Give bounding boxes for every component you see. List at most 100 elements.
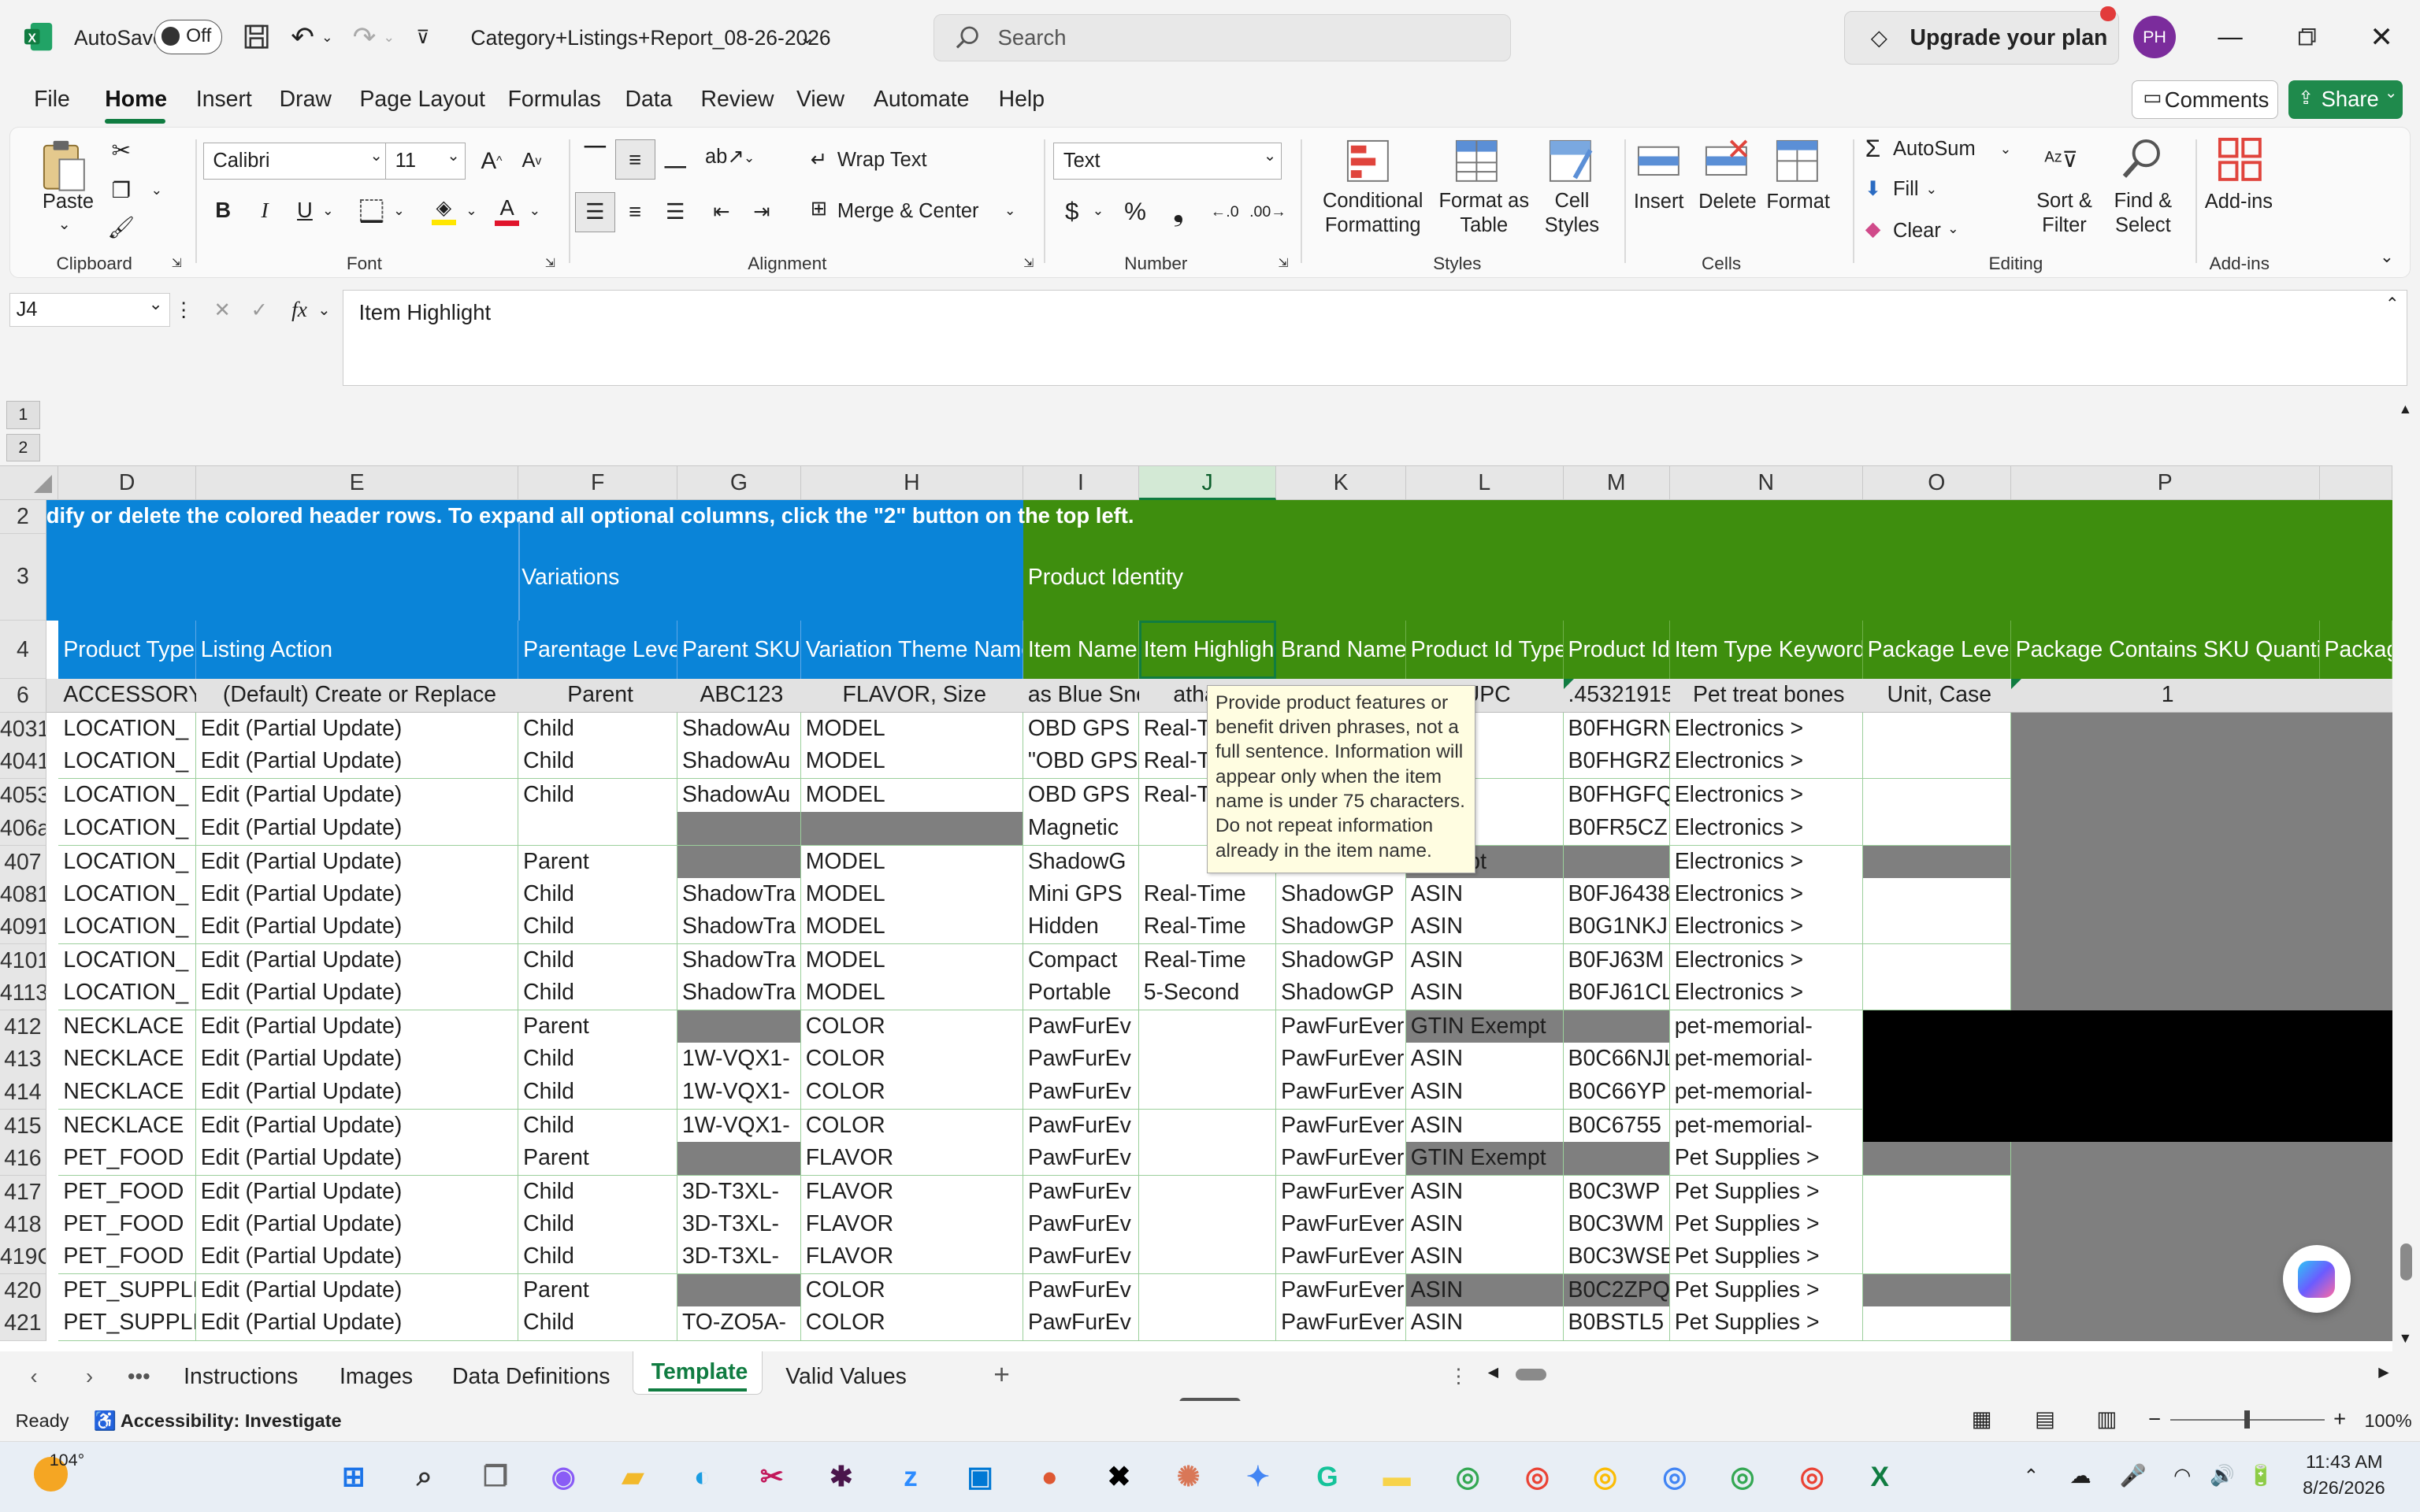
table-cell[interactable]: 3D-T3XL- (677, 1240, 801, 1275)
prev-sheet-icon[interactable]: ‹ (21, 1364, 46, 1388)
table-cell[interactable]: GTIN Exempt (1405, 1141, 1564, 1176)
table-cell[interactable]: B0G1NKJ (1563, 910, 1670, 945)
table-cell[interactable] (1563, 1141, 1670, 1176)
field-header[interactable]: Brand Name (1276, 620, 1406, 680)
table-cell-package-level[interactable] (1862, 1141, 2011, 1176)
page-layout-view-icon[interactable]: ▤ (2029, 1406, 2060, 1433)
bold-icon[interactable]: B (208, 195, 239, 226)
tab-formulas[interactable]: Formulas (508, 87, 601, 113)
zoom-out-icon[interactable]: − (2145, 1406, 2164, 1432)
table-cell[interactable]: PawFurEver (1276, 1109, 1406, 1143)
table-cell[interactable]: COLOR (800, 1010, 1023, 1045)
table-cell[interactable]: OBD GPS (1023, 779, 1139, 813)
borders-icon[interactable] (356, 195, 387, 226)
table-cell-package-qty[interactable] (2010, 713, 2392, 747)
copy-chevron-icon[interactable]: ⌄ (149, 180, 165, 201)
table-cell[interactable]: PET_SUPPLI (58, 1274, 196, 1309)
table-cell[interactable]: ASIN (1405, 1175, 1564, 1210)
table-cell[interactable]: PawFurEver (1276, 1240, 1406, 1275)
table-cell[interactable]: FLAVOR (800, 1141, 1023, 1176)
table-cell[interactable]: B0C3WM (1563, 1208, 1670, 1243)
column-header[interactable]: J (1138, 465, 1277, 500)
orientation-chevron-icon[interactable]: ⌄ (741, 146, 757, 170)
scroll-thumb[interactable] (2400, 1243, 2413, 1281)
copy-icon[interactable]: ❐ (107, 176, 135, 204)
chrome-profile-icon[interactable]: ◎ (1517, 1457, 1557, 1497)
table-cell[interactable] (1138, 1109, 1277, 1143)
table-cell[interactable]: COLOR (800, 1075, 1023, 1110)
table-cell[interactable] (800, 811, 1023, 846)
table-cell-package-qty[interactable] (2010, 910, 2392, 945)
paste-icon[interactable] (38, 136, 91, 195)
row-header[interactable]: 4081 (0, 877, 46, 912)
table-cell[interactable]: pet-memorial- (1669, 1075, 1863, 1110)
accessibility-status[interactable]: Accessibility: Investigate (121, 1410, 342, 1432)
table-cell[interactable]: PET_FOOD (58, 1141, 196, 1176)
tab-review[interactable]: Review (700, 87, 774, 113)
clear-chevron-icon[interactable]: ⌄ (1946, 217, 1962, 241)
undo-icon[interactable]: ↶ (287, 21, 317, 53)
table-cell[interactable]: ASIN (1405, 1274, 1564, 1309)
table-cell[interactable]: Electronics > (1669, 944, 1863, 979)
table-cell[interactable]: PawFurEver (1276, 1141, 1406, 1176)
table-cell[interactable]: ASIN (1405, 1306, 1564, 1341)
fill-chevron-icon[interactable]: ⌄ (1924, 176, 1939, 201)
table-cell[interactable]: Edit (Partial Update) (195, 845, 519, 880)
format-cells-label[interactable]: Format (1766, 191, 1830, 213)
table-cell-package-qty[interactable] (2010, 1141, 2392, 1176)
table-cell-package-qty[interactable] (2010, 976, 2392, 1011)
table-cell[interactable]: B0FJ6438 (1563, 877, 1670, 912)
table-cell[interactable] (677, 811, 801, 846)
windows-start-icon[interactable]: ⊞ (333, 1457, 373, 1497)
column-header[interactable]: N (1669, 465, 1863, 500)
column-header[interactable]: E (195, 465, 519, 500)
table-cell[interactable]: Edit (Partial Update) (195, 877, 519, 912)
task-view-icon[interactable]: ❐ (475, 1457, 515, 1497)
table-cell[interactable]: 1W-VQX1- (677, 1043, 801, 1077)
next-sheet-icon[interactable]: › (77, 1364, 102, 1388)
row-header[interactable]: 406a (0, 811, 46, 846)
grammarly-icon[interactable]: G (1307, 1457, 1347, 1497)
tab-automate[interactable]: Automate (874, 87, 970, 113)
table-cell[interactable]: Real-Time (1138, 877, 1277, 912)
zoom-slider-thumb[interactable] (2244, 1410, 2251, 1429)
fill-color-icon[interactable]: ◈ (427, 192, 461, 229)
sheet-tab-images[interactable]: Images (340, 1364, 413, 1390)
comma-icon[interactable]: ❟ (1164, 195, 1192, 229)
horizontal-scrollbar[interactable]: ◀ ▶ (1485, 1364, 2392, 1385)
excel-taskbar-icon[interactable]: X (1860, 1457, 1900, 1497)
table-cell[interactable]: MODEL (800, 779, 1023, 813)
table-cell[interactable]: ShadowGP (1276, 944, 1406, 979)
table-cell-package-qty[interactable] (2010, 745, 2392, 780)
table-cell[interactable]: Portable (1023, 976, 1139, 1011)
table-cell[interactable]: Edit (Partial Update) (195, 1043, 519, 1077)
table-cell[interactable]: B0C2ZPQ (1563, 1274, 1670, 1309)
format-as-table-icon[interactable] (1452, 136, 1501, 186)
table-cell[interactable]: Edit (Partial Update) (195, 976, 519, 1011)
table-cell[interactable]: B0FJ63M (1563, 944, 1670, 979)
table-cell[interactable]: PawFurEv (1023, 1109, 1139, 1143)
wrap-text-icon[interactable]: ↵ (807, 146, 831, 173)
table-cell[interactable]: MODEL (800, 713, 1023, 747)
table-cell[interactable]: COLOR (800, 1109, 1023, 1143)
table-cell[interactable]: ShadowAu (677, 745, 801, 780)
table-cell[interactable]: B0C66NJL (1563, 1043, 1670, 1077)
table-cell[interactable]: PawFurEv (1023, 1141, 1139, 1176)
table-cell-package-qty[interactable] (2010, 1109, 2392, 1143)
align-left-icon[interactable]: ☰ (574, 191, 615, 232)
fill-label[interactable]: Fill (1893, 178, 1919, 201)
function-chevron-icon[interactable]: ⌄ (317, 296, 332, 324)
example-cell[interactable]: Parent (518, 679, 677, 711)
table-cell-package-level[interactable] (1862, 1208, 2011, 1243)
vertical-scrollbar-track[interactable]: ▲ ▼ (2392, 398, 2420, 1352)
table-cell[interactable]: ASIN (1405, 1109, 1564, 1143)
table-cell-package-level[interactable] (1862, 745, 2011, 780)
table-cell-package-level[interactable] (1862, 1274, 2011, 1309)
currency-chevron-icon[interactable]: ⌄ (1090, 198, 1106, 223)
font-color-chevron-icon[interactable]: ⌄ (527, 198, 543, 223)
capcut-icon[interactable]: ✖ (1099, 1457, 1139, 1497)
redo-dropdown-icon[interactable]: ⌄ (380, 24, 399, 49)
table-cell[interactable]: Real-Time (1138, 944, 1277, 979)
table-cell[interactable]: PET_SUPPLI (58, 1306, 196, 1341)
upgrade-button[interactable]: ◇ Upgrade your plan (1844, 10, 2119, 65)
